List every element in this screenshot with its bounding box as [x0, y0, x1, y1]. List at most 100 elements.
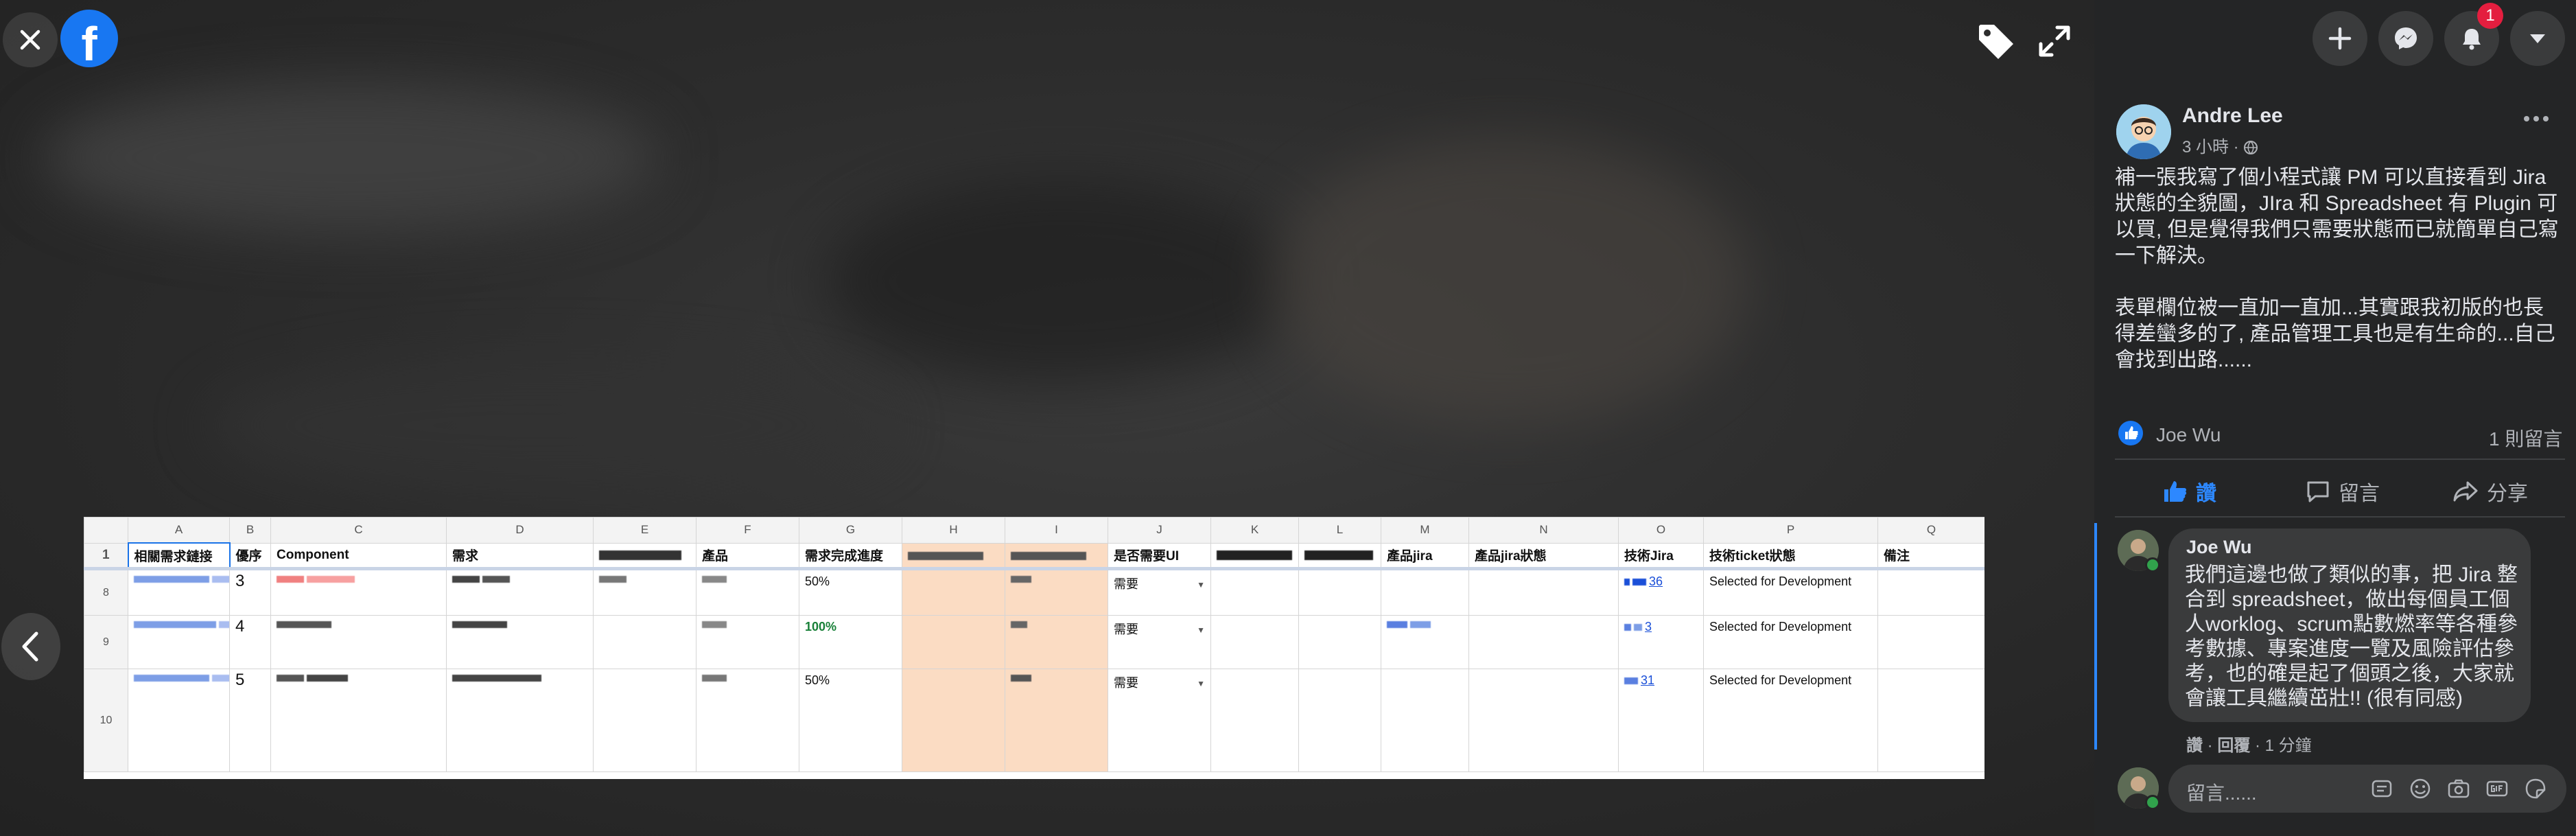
cell-redacted[interactable]: [1005, 568, 1108, 616]
comment-time[interactable]: 1 分鐘: [2265, 736, 2312, 755]
cell-ticket-status[interactable]: Selected for Development: [1703, 568, 1878, 616]
cell-component[interactable]: [270, 568, 447, 616]
header-related-links[interactable]: 相關需求鏈接: [127, 542, 231, 570]
cell[interactable]: [1298, 615, 1381, 669]
author-name[interactable]: Andre Lee: [2182, 104, 2283, 128]
cell-redacted[interactable]: [1005, 615, 1108, 669]
column-header-f[interactable]: F: [696, 517, 799, 544]
cell-priority[interactable]: 4: [229, 615, 271, 669]
header-notes[interactable]: 備注: [1877, 542, 1984, 570]
cell-link[interactable]: [128, 669, 230, 772]
cell-product-jira[interactable]: [1381, 669, 1469, 772]
comment-like-link[interactable]: 讚: [2186, 736, 2203, 755]
cell-progress[interactable]: 100%: [799, 615, 902, 669]
cell-redacted[interactable]: [593, 568, 696, 616]
header-redacted[interactable]: [1210, 542, 1299, 570]
header-progress[interactable]: 需求完成進度: [799, 542, 902, 570]
cell[interactable]: [1298, 568, 1381, 616]
comment-count[interactable]: 1 則留言: [2489, 424, 2562, 452]
fullscreen-button[interactable]: [2026, 12, 2083, 70]
cell-redacted[interactable]: [593, 615, 696, 669]
like-reaction-badge[interactable]: [2118, 420, 2144, 450]
cell-product[interactable]: [696, 669, 799, 772]
cell-tech-jira[interactable]: 36: [1618, 568, 1704, 616]
cell-notes[interactable]: [1877, 568, 1984, 616]
facebook-logo[interactable]: f: [60, 10, 118, 71]
create-button[interactable]: [2312, 11, 2367, 66]
cell-requirement[interactable]: [446, 568, 594, 616]
cell-link[interactable]: [128, 568, 230, 616]
header-product-jira[interactable]: 產品jira: [1381, 542, 1469, 570]
cell-redacted[interactable]: [1005, 669, 1108, 772]
header-product[interactable]: 產品: [696, 542, 799, 570]
messenger-button[interactable]: [2378, 11, 2433, 66]
cell-requirement[interactable]: [446, 669, 594, 772]
cell-ticket-status[interactable]: Selected for Development: [1703, 615, 1878, 669]
header-priority[interactable]: 優序: [229, 542, 271, 570]
header-redacted[interactable]: [902, 542, 1005, 570]
column-header-j[interactable]: J: [1108, 517, 1211, 544]
previous-photo-button[interactable]: [1, 613, 60, 680]
like-button[interactable]: 讚: [2163, 476, 2216, 507]
column-header-l[interactable]: L: [1298, 517, 1381, 544]
share-button[interactable]: 分享: [2452, 476, 2528, 507]
post-options-button[interactable]: [2522, 114, 2550, 126]
column-header-g[interactable]: G: [799, 517, 902, 544]
camera-icon[interactable]: [2447, 777, 2470, 800]
cell-redacted[interactable]: [593, 669, 696, 772]
cell-product-jira-status[interactable]: [1468, 568, 1619, 616]
column-header-m[interactable]: M: [1381, 517, 1469, 544]
sticker-face-icon[interactable]: [2524, 777, 2547, 800]
cell-redacted[interactable]: [902, 669, 1005, 772]
cell-product-jira[interactable]: [1381, 615, 1469, 669]
cell-link[interactable]: [128, 615, 230, 669]
cell-requirement[interactable]: [446, 615, 594, 669]
cell[interactable]: [1298, 669, 1381, 772]
corner-cell[interactable]: [84, 517, 128, 544]
cell-progress[interactable]: 50%: [799, 568, 902, 616]
header-tech-jira[interactable]: 技術Jira: [1618, 542, 1704, 570]
close-button[interactable]: [3, 12, 58, 67]
post-time[interactable]: 3 小時 ·: [2182, 138, 2243, 156]
comment-button[interactable]: 留言: [2306, 476, 2380, 507]
comment-input-placeholder[interactable]: 留言......: [2186, 778, 2257, 806]
header-needs-ui[interactable]: 是否需要UI: [1108, 542, 1211, 570]
column-header-o[interactable]: O: [1618, 517, 1704, 544]
cell-tech-jira[interactable]: 3: [1618, 615, 1704, 669]
cell[interactable]: [1210, 669, 1299, 772]
comment-reply-link[interactable]: 回覆: [2217, 736, 2250, 755]
cell-component[interactable]: [270, 669, 447, 772]
cell[interactable]: [1210, 615, 1299, 669]
row-number[interactable]: 1: [84, 542, 128, 570]
column-header-h[interactable]: H: [902, 517, 1005, 544]
header-component[interactable]: Component: [270, 542, 447, 570]
gif-icon[interactable]: [2485, 777, 2509, 800]
header-redacted[interactable]: [1005, 542, 1108, 570]
author-avatar[interactable]: [2116, 104, 2171, 159]
column-header-n[interactable]: N: [1468, 517, 1619, 544]
cell-notes[interactable]: [1877, 669, 1984, 772]
cell-product-jira-status[interactable]: [1468, 615, 1619, 669]
cell-ticket-status[interactable]: Selected for Development: [1703, 669, 1878, 772]
tag-button[interactable]: [1967, 12, 2024, 70]
comment-author[interactable]: Joe Wu: [2186, 537, 2252, 558]
cell-priority[interactable]: 3: [229, 568, 271, 616]
row-number[interactable]: 8: [84, 568, 128, 616]
cell-product[interactable]: [696, 568, 799, 616]
emoji-icon[interactable]: [2409, 777, 2432, 800]
account-menu-button[interactable]: [2510, 11, 2565, 66]
header-redacted[interactable]: [1298, 542, 1381, 570]
column-header-c[interactable]: C: [270, 517, 447, 544]
cell-redacted[interactable]: [902, 615, 1005, 669]
cell-needs-ui[interactable]: 需要 ▼: [1108, 615, 1211, 669]
cell-product-jira-status[interactable]: [1468, 669, 1619, 772]
header-tech-ticket-status[interactable]: 技術ticket狀態: [1703, 542, 1878, 570]
column-header-b[interactable]: B: [229, 517, 271, 544]
column-header-a[interactable]: A: [128, 517, 230, 544]
cell[interactable]: [1210, 568, 1299, 616]
header-requirement[interactable]: 需求: [446, 542, 594, 570]
cell-redacted[interactable]: [902, 568, 1005, 616]
cell-progress[interactable]: 50%: [799, 669, 902, 772]
column-header-i[interactable]: I: [1005, 517, 1108, 544]
cell-product-jira[interactable]: [1381, 568, 1469, 616]
